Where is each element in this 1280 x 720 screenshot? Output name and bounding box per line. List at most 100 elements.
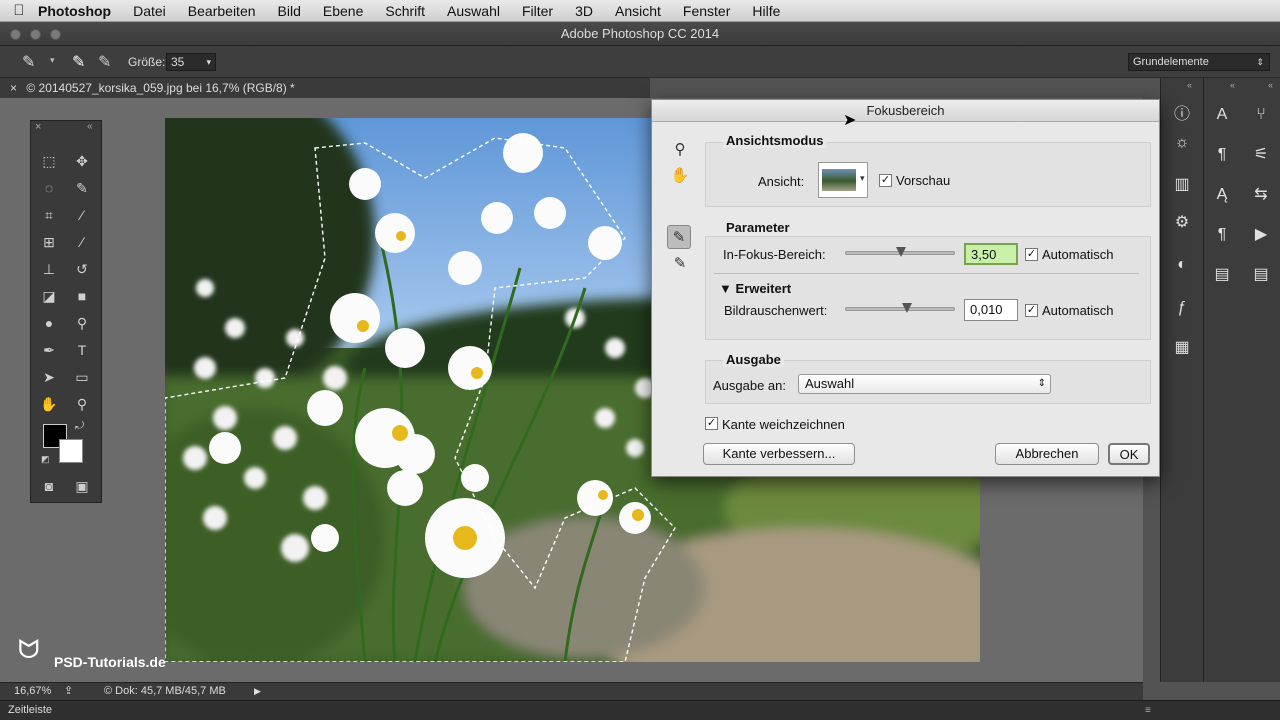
adjustments-icon[interactable]: ☼ — [1170, 131, 1194, 155]
default-colors-icon[interactable]: ◩ — [41, 454, 50, 465]
eraser-tool-icon[interactable]: ◪ — [38, 286, 60, 306]
chevron-down-icon: ▾ — [860, 173, 865, 183]
export-icon[interactable]: ⇪ — [64, 683, 73, 700]
swap-colors-icon[interactable]: ⤾ — [75, 420, 84, 433]
zoom-level[interactable]: 16,67% — [14, 683, 51, 700]
menu-datei[interactable]: Datei — [133, 3, 166, 19]
character-styles-icon[interactable]: Ą — [1210, 183, 1234, 207]
paragraph-styles-icon[interactable]: ¶ — [1210, 223, 1234, 247]
workspace-select[interactable]: Grundelemente ⇕ — [1128, 53, 1270, 71]
focus-range-slider-knob[interactable] — [896, 247, 906, 257]
hand-tool-icon[interactable]: ✋ — [38, 394, 60, 414]
brush-settings-icon[interactable]: ⚟ — [1249, 143, 1273, 167]
pen-tool-icon[interactable]: ✒ — [38, 340, 60, 360]
menu-schrift[interactable]: Schrift — [385, 3, 425, 19]
background-color-swatch[interactable] — [59, 439, 83, 463]
clone-source-icon[interactable]: ⇆ — [1249, 183, 1273, 207]
blur-tool-icon[interactable]: ● — [38, 313, 60, 333]
minimize-window-button[interactable] — [30, 29, 41, 40]
zoom-tool-icon[interactable]: ⚲ — [71, 394, 93, 414]
soften-edge-checkbox[interactable]: ✓ — [705, 417, 718, 430]
menu-photoshop[interactable]: Photoshop — [38, 3, 111, 19]
collapse-panel-icon[interactable]: « — [87, 121, 93, 132]
screen-mode-icon[interactable]: ▣ — [71, 476, 93, 496]
brush-tool-icon[interactable]: ∕ — [71, 232, 93, 252]
menu-ebene[interactable]: Ebene — [323, 3, 363, 19]
cancel-button[interactable]: Abbrechen — [995, 443, 1099, 465]
timeline-panel[interactable]: Zeitleiste ≡ — [0, 700, 1280, 720]
ok-button[interactable]: OK — [1108, 443, 1150, 465]
noise-level-input[interactable]: 0,010 — [964, 299, 1018, 321]
view-thumbnail-select[interactable]: ▾ — [818, 162, 868, 198]
quick-selection-tool-icon[interactable]: ✎ — [71, 178, 93, 198]
history-brush-tool-icon[interactable]: ↺ — [71, 259, 93, 279]
collapse-strip-2b-icon[interactable]: « — [1268, 80, 1273, 90]
noise-level-slider-knob[interactable] — [901, 303, 912, 313]
focus-range-slider[interactable] — [845, 247, 955, 257]
chevron-down-icon[interactable]: ▾ — [50, 55, 55, 66]
move-tool-icon[interactable]: ✥ — [71, 151, 93, 171]
eyedropper-tool-icon[interactable]: ⁄ — [71, 205, 93, 225]
menu-fenster[interactable]: Fenster — [683, 3, 730, 19]
marquee-tool-icon[interactable]: ⬚ — [38, 151, 60, 171]
quick-mask-icon[interactable]: ◙ — [38, 476, 60, 496]
noise-auto-checkbox[interactable]: ✓ — [1025, 304, 1038, 317]
advanced-toggle[interactable]: ▼ Erweitert — [719, 281, 791, 296]
size-input[interactable]: 35 ▾ — [166, 53, 216, 71]
healing-brush-tool-icon[interactable]: ⊞ — [38, 232, 60, 252]
path-selection-tool-icon[interactable]: ➤ — [38, 367, 60, 387]
info-icon[interactable]: ⓘ — [1170, 103, 1194, 127]
styles-fx-icon[interactable]: ƒ — [1170, 296, 1194, 320]
properties-icon[interactable]: ⚙ — [1170, 211, 1194, 235]
menu-ansicht[interactable]: Ansicht — [615, 3, 661, 19]
dodge-tool-icon[interactable]: ⚲ — [71, 313, 93, 333]
collapse-strip-2a-icon[interactable]: « — [1230, 80, 1235, 90]
apple-icon[interactable]:  — [0, 2, 38, 19]
dialog-title[interactable]: Fokusbereich — [652, 100, 1159, 122]
rectangle-tool-icon[interactable]: ▭ — [71, 367, 93, 387]
notes-icon[interactable]: ▤ — [1249, 263, 1273, 287]
lasso-tool-icon[interactable]: ◌ — [38, 178, 60, 198]
size-label: Größe: — [128, 55, 166, 69]
gradient-tool-icon[interactable]: ■ — [71, 286, 93, 306]
noise-level-slider[interactable] — [845, 303, 955, 313]
focus-range-input[interactable]: 3,50 — [964, 243, 1018, 265]
zoom-window-button[interactable] — [50, 29, 61, 40]
menu-hilfe[interactable]: Hilfe — [752, 3, 780, 19]
preview-checkbox[interactable]: ✓ — [879, 174, 892, 187]
focus-auto-checkbox[interactable]: ✓ — [1025, 248, 1038, 261]
hand-tool-icon-dialog[interactable]: ✋ — [668, 164, 692, 188]
close-window-button[interactable] — [10, 29, 21, 40]
focus-brush-add-icon[interactable]: ✎ — [72, 52, 85, 72]
zoom-tool-icon-dialog[interactable]: ⚲ — [668, 138, 692, 162]
brush-preset-icon[interactable]: ✎ — [22, 52, 35, 72]
focus-add-brush-icon[interactable]: ✎ — [667, 225, 691, 249]
focus-subtract-brush-icon[interactable]: ✎ — [668, 252, 692, 276]
output-select[interactable]: Auswahl ⇕ — [798, 374, 1051, 394]
close-panel-icon[interactable]: × — [35, 121, 41, 133]
character-icon[interactable]: A — [1210, 103, 1234, 127]
layer-comps-icon[interactable]: ▤ — [1210, 263, 1234, 287]
type-tool-icon[interactable]: T — [71, 340, 93, 360]
actions-play-icon[interactable]: ▶ — [1249, 223, 1273, 247]
focus-brush-subtract-icon[interactable]: ✎ — [98, 52, 111, 72]
close-tab-icon[interactable]: × — [10, 81, 17, 95]
refine-edge-button[interactable]: Kante verbessern... — [703, 443, 855, 465]
collapse-timeline-icon[interactable]: ≡ — [1145, 701, 1151, 720]
menu-filter[interactable]: Filter — [522, 3, 553, 19]
paragraph-icon[interactable]: ¶ — [1210, 143, 1234, 167]
document-tab[interactable]: × © 20140527_korsika_059.jpg bei 16,7% (… — [0, 78, 650, 98]
stamp-tool-icon[interactable]: ⊥ — [38, 259, 60, 279]
histogram-icon[interactable]: ▥ — [1170, 173, 1194, 197]
menu-3d[interactable]: 3D — [575, 3, 593, 19]
crop-tool-icon[interactable]: ⌗ — [38, 205, 60, 225]
color-icon[interactable]: ◐ — [1170, 253, 1194, 277]
menu-bearbeiten[interactable]: Bearbeiten — [188, 3, 256, 19]
layers-adjust-icon[interactable]: ⑂ — [1249, 103, 1273, 127]
swatches-icon[interactable]: ▦ — [1170, 336, 1194, 360]
doc-info: © Dok: 45,7 MB/45,7 MB — [104, 685, 226, 697]
menu-auswahl[interactable]: Auswahl — [447, 3, 500, 19]
status-menu-arrow-icon[interactable]: ▶ — [254, 683, 261, 700]
collapse-strip-icon[interactable]: « — [1187, 80, 1192, 90]
menu-bild[interactable]: Bild — [278, 3, 301, 19]
